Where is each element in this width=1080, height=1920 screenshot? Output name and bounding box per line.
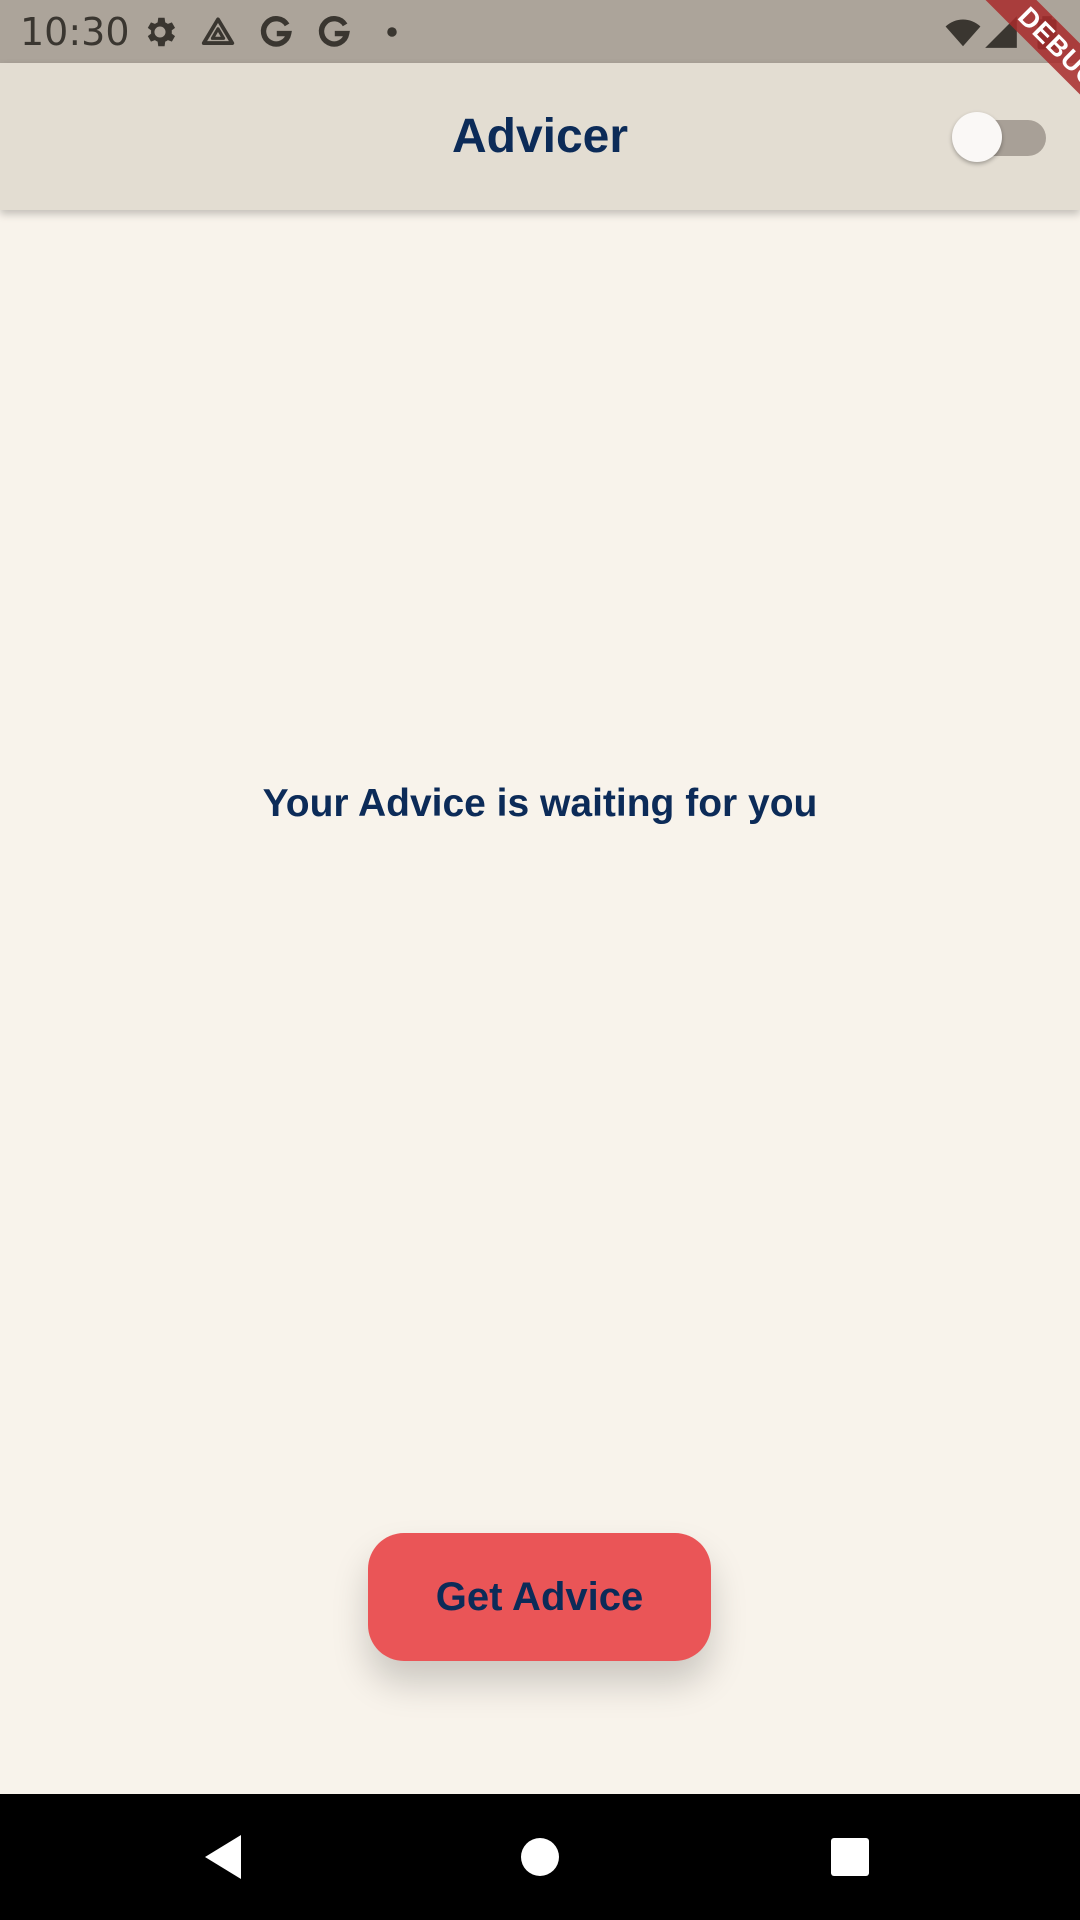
advice-message: Your Advice is waiting for you [262, 782, 818, 825]
theme-toggle[interactable] [952, 112, 1046, 162]
recents-icon[interactable] [810, 1817, 890, 1897]
battery-icon [1028, 13, 1066, 51]
dot-icon [373, 13, 411, 51]
google-g-icon [257, 13, 295, 51]
drive-icon [199, 13, 237, 51]
nav-bar [0, 1794, 1080, 1920]
signal-icon [982, 13, 1020, 51]
home-icon[interactable] [500, 1817, 580, 1897]
get-advice-button[interactable]: Get Advice [368, 1533, 711, 1661]
toggle-thumb [952, 112, 1002, 162]
wifi-icon [944, 13, 982, 51]
app-bar: Advicer [0, 63, 1080, 210]
status-bar: 10:30 [0, 0, 1080, 63]
gear-icon [141, 13, 179, 51]
back-icon[interactable] [185, 1817, 265, 1897]
status-time: 10:30 [20, 10, 130, 54]
google-g-icon [315, 13, 353, 51]
app-title: Advicer [451, 110, 629, 163]
